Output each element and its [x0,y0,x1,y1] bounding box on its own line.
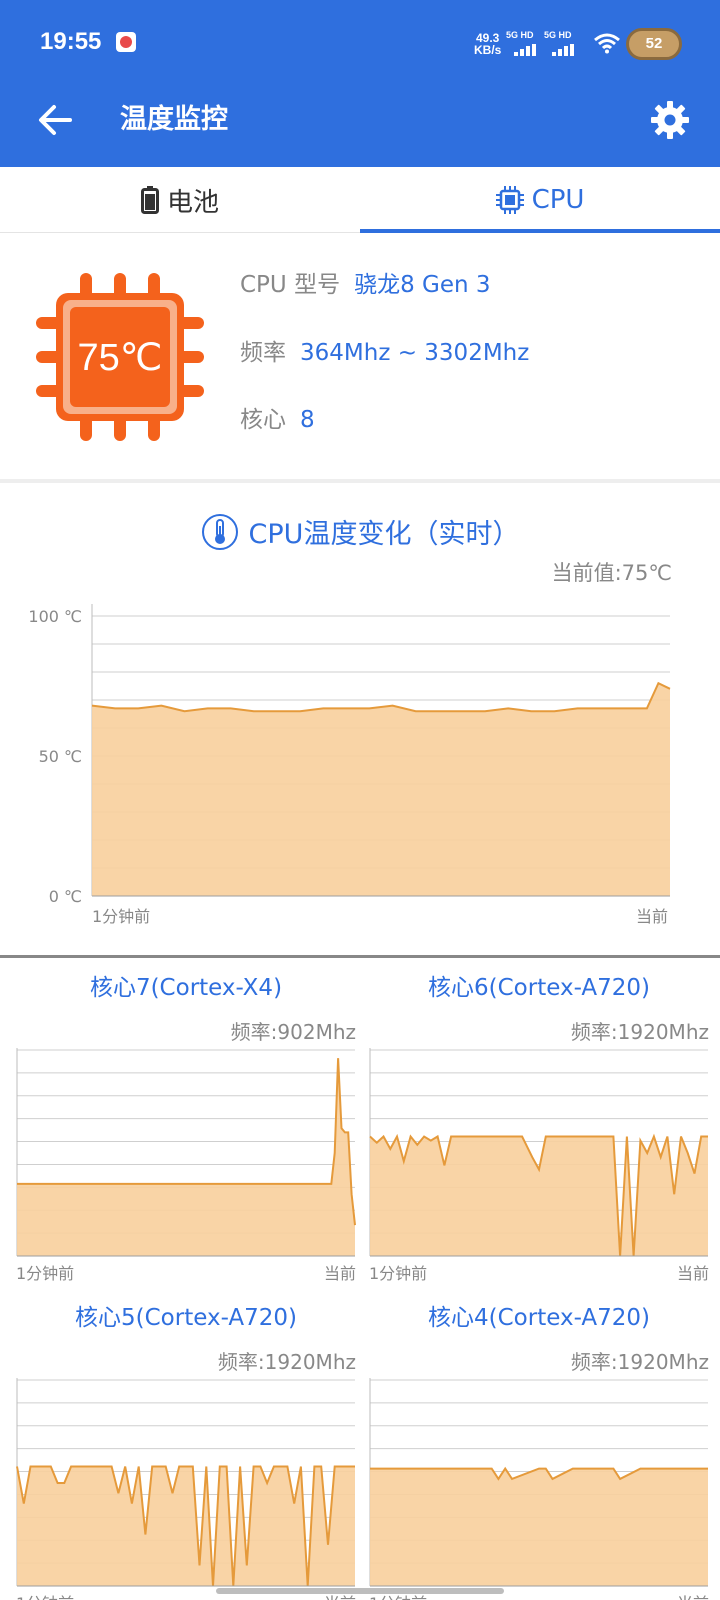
core5-x-start: 1分钟前 [16,1590,74,1600]
core4-chart [369,1378,708,1587]
gear-icon[interactable] [650,100,690,140]
core7-x-start: 1分钟前 [16,1264,75,1283]
cpu-cores-value: 8 [300,407,315,433]
core-section-divider [0,955,720,958]
core6-x-end: 当前 [676,1264,709,1283]
home-indicator[interactable] [216,1588,504,1594]
cpu-info-card: 75℃ CPU 型号 骁龙8 Gen 3 频率 364Mhz ~ 3302Mhz 核… [0,237,720,479]
net-speed: 49.3 KB/s [474,31,502,57]
cpu-cores-row: 核心 8 [240,405,315,435]
core6-chart [369,1048,708,1257]
core4-freq: 频率:1920Mhz [570,1350,709,1374]
core7-title: 核心7(Cortex-X4) [89,975,283,1001]
battery-icon [140,186,159,214]
core5-panel: 核心5(Cortex-A720) 频率:1920Mhz 1分钟前 当前 [16,1298,356,1600]
core6-panel: 核心6(Cortex-A720) 频率:1920Mhz 1分钟前 当前 [369,968,709,1298]
notification-app-icon [116,32,136,52]
core-chart-1-area [17,1058,355,1256]
wifi-icon [594,33,620,54]
cpu-cores-label: 核心 [240,407,286,433]
cpu-temperature-value: 75℃ [77,336,163,379]
tab-cpu-label: CPU [531,185,585,215]
cpu-freq-value: 364Mhz ~ 3302Mhz [300,340,530,366]
cpu-freq-row: 频率 364Mhz ~ 3302Mhz [240,338,529,368]
core-chart-2-area [370,1136,708,1256]
core4-x-end: 当前 [677,1590,709,1600]
temp-chart-area [92,683,670,896]
thermometer-icon [201,513,238,550]
tab-battery[interactable]: 电池 [0,167,360,233]
core4-title: 核心4(Cortex-A720) [428,1305,650,1331]
cpu-freq-label: 频率 [240,340,286,366]
core7-panel: 核心7(Cortex-X4) 频率:902Mhz 1分钟前 当前 [16,968,356,1298]
core6-title: 核心6(Cortex-A720) [428,975,650,1001]
cpu-model-value: 骁龙8 Gen 3 [354,272,491,298]
signal-sim2-icon: 5G HD [544,30,580,56]
tab-battery-label: 电池 [166,187,219,218]
signal-sim1-icon: 5G HD [506,30,542,56]
core7-chart [16,1048,356,1257]
temp-x-tick-start: 1分钟前 [92,907,150,926]
temp-current-value: 当前值:75℃ [551,561,672,585]
section-divider [0,479,720,483]
core6-freq: 频率:1920Mhz [570,1020,709,1044]
temp-y-tick-label: 50 ℃ [39,747,82,766]
temp-chart-title-text: CPU温度变化（实时） [248,519,520,550]
core4-panel: 核心4(Cortex-A720) 频率:1920Mhz 1分钟前 当前 [369,1298,709,1600]
status-time: 19:55 [40,28,102,55]
app-bar: 19:55 49.3 KB/s 5G HD 5G HD 52 温度监控 [0,0,720,167]
cpu-chip-icon [495,186,524,214]
core7-x-end: 当前 [323,1264,356,1283]
battery-level-icon: 52 [626,28,682,60]
page-title: 温度监控 [120,104,228,135]
cpu-model-label: CPU 型号 [240,272,341,298]
cpu-temperature-chart: 0 ℃ 50 ℃ 100 ℃ 1分钟前 当前 [28,604,671,926]
core7-freq: 频率:902Mhz [230,1020,356,1044]
temp-y-tick-label: 100 ℃ [28,607,82,626]
core-chart-4-area [370,1468,708,1586]
cpu-model-row: CPU 型号 骁龙8 Gen 3 [240,270,491,300]
core5-title: 核心5(Cortex-A720) [75,1305,297,1331]
core5-chart [16,1378,355,1587]
temp-y-tick-label: 0 ℃ [49,887,82,906]
temp-chart-line [91,681,671,713]
status-bar: 19:55 49.3 KB/s 5G HD 5G HD 52 [0,0,720,80]
temp-x-tick-end: 当前 [636,907,668,926]
core5-freq: 频率:1920Mhz [217,1350,356,1374]
tab-cpu[interactable]: CPU [360,167,720,233]
arrow-left-icon[interactable] [36,100,76,140]
core6-x-start: 1分钟前 [369,1264,428,1283]
tab-active-indicator [360,229,720,233]
temp-chart-title: CPU温度变化（实时） [0,512,720,551]
tab-bar: 电池 CPU [0,167,720,233]
